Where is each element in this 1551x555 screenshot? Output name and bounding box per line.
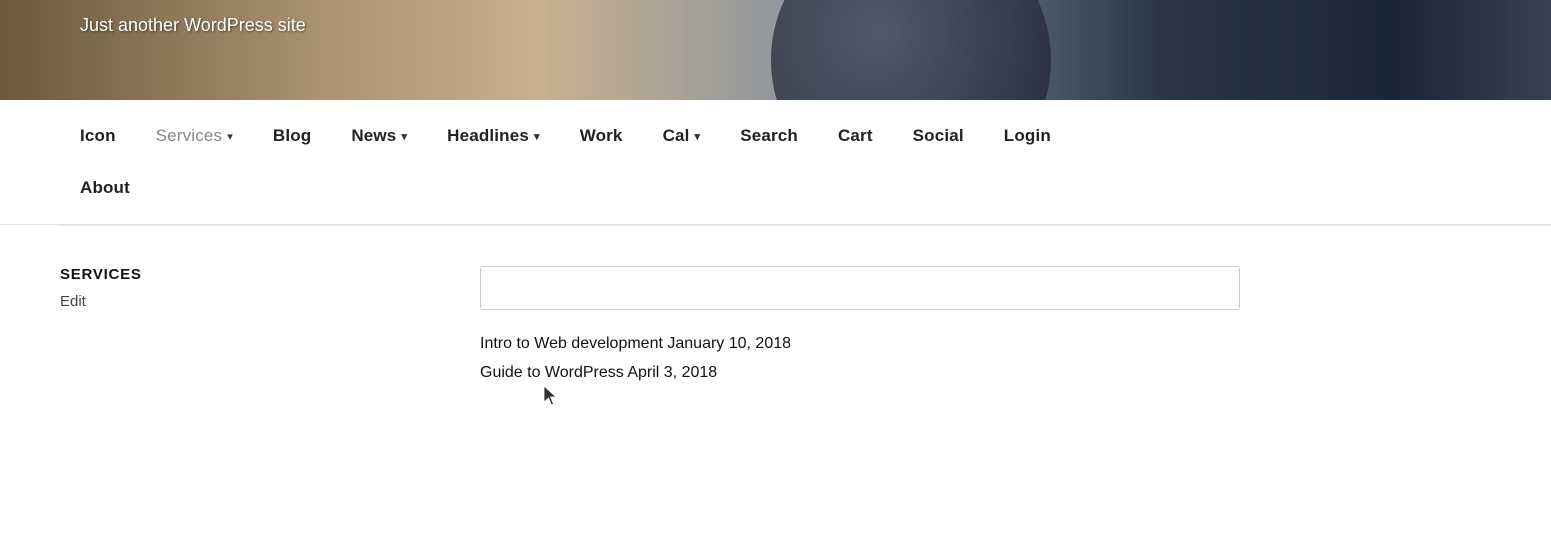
nav-item-cal[interactable]: Cal▾ bbox=[643, 110, 721, 162]
nav-item-search[interactable]: Search bbox=[720, 110, 818, 162]
nav-item-news[interactable]: News▾ bbox=[331, 110, 427, 162]
nav-item-services[interactable]: Services▾ bbox=[136, 110, 253, 162]
chevron-down-icon: ▾ bbox=[401, 130, 407, 143]
nav-row-1: IconServices▾BlogNews▾Headlines▾WorkCal▾… bbox=[60, 100, 1491, 162]
right-panel: Intro to Web development January 10, 201… bbox=[480, 266, 1491, 436]
search-input[interactable] bbox=[480, 266, 1240, 310]
services-title: SERVICES bbox=[60, 266, 440, 283]
post-date: April 3, 2018 bbox=[627, 364, 717, 381]
nav-item-social[interactable]: Social bbox=[893, 110, 984, 162]
nav-item-work[interactable]: Work bbox=[560, 110, 643, 162]
left-panel: SERVICES Edit bbox=[60, 266, 440, 436]
hero-subtitle: Just another WordPress site bbox=[80, 10, 306, 36]
nav-item-about[interactable]: About bbox=[60, 162, 150, 214]
post-list: Intro to Web development January 10, 201… bbox=[480, 330, 1491, 388]
main-content: SERVICES Edit Intro to Web development J… bbox=[0, 226, 1551, 476]
nav-item-icon[interactable]: Icon bbox=[60, 110, 136, 162]
chevron-down-icon: ▾ bbox=[534, 130, 540, 143]
post-item: Intro to Web development January 10, 201… bbox=[480, 330, 1491, 359]
nav-item-login[interactable]: Login bbox=[984, 110, 1071, 162]
nav-item-headlines[interactable]: Headlines▾ bbox=[427, 110, 560, 162]
nav-item-blog[interactable]: Blog bbox=[253, 110, 331, 162]
post-item: Guide to WordPress April 3, 2018 bbox=[480, 359, 1491, 388]
nav-row-2: About bbox=[60, 162, 1491, 224]
post-title[interactable]: Intro to Web development bbox=[480, 335, 667, 352]
post-date: January 10, 2018 bbox=[667, 335, 791, 352]
navigation: IconServices▾BlogNews▾Headlines▾WorkCal▾… bbox=[0, 100, 1551, 225]
chevron-down-icon: ▾ bbox=[227, 130, 233, 143]
nav-item-cart[interactable]: Cart bbox=[818, 110, 893, 162]
hero-banner: Just another WordPress site bbox=[0, 0, 1551, 100]
edit-link[interactable]: Edit bbox=[60, 293, 440, 310]
chevron-down-icon: ▾ bbox=[695, 130, 701, 143]
post-title[interactable]: Guide to WordPress bbox=[480, 364, 627, 381]
